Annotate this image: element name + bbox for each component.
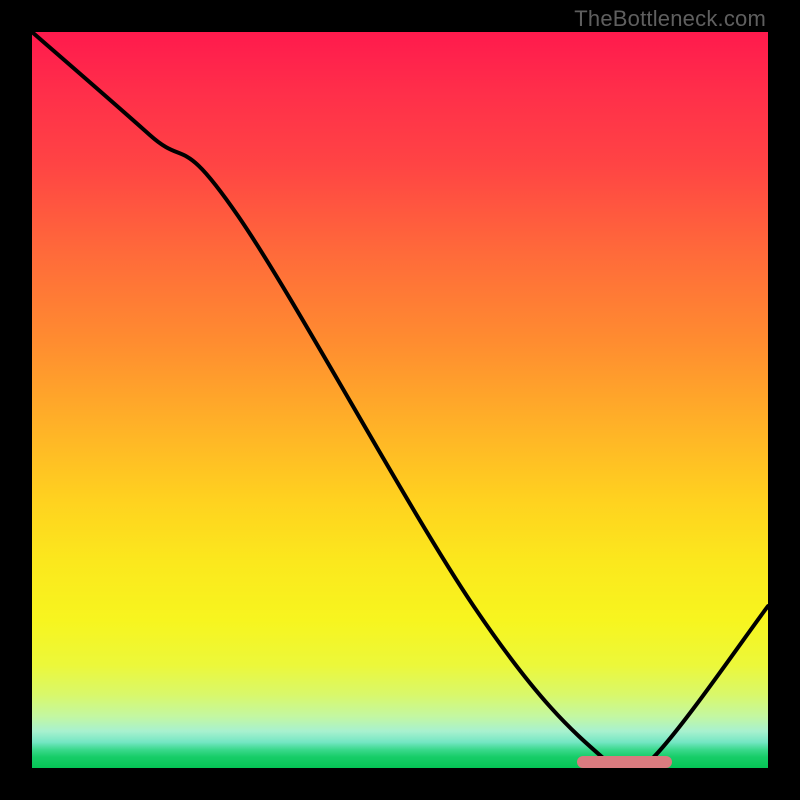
optimal-range-marker	[577, 756, 673, 768]
chart-frame: TheBottleneck.com	[0, 0, 800, 800]
curve-path	[32, 32, 768, 768]
plot-area	[32, 32, 768, 768]
bottleneck-curve	[32, 32, 768, 768]
attribution-label: TheBottleneck.com	[574, 6, 766, 32]
